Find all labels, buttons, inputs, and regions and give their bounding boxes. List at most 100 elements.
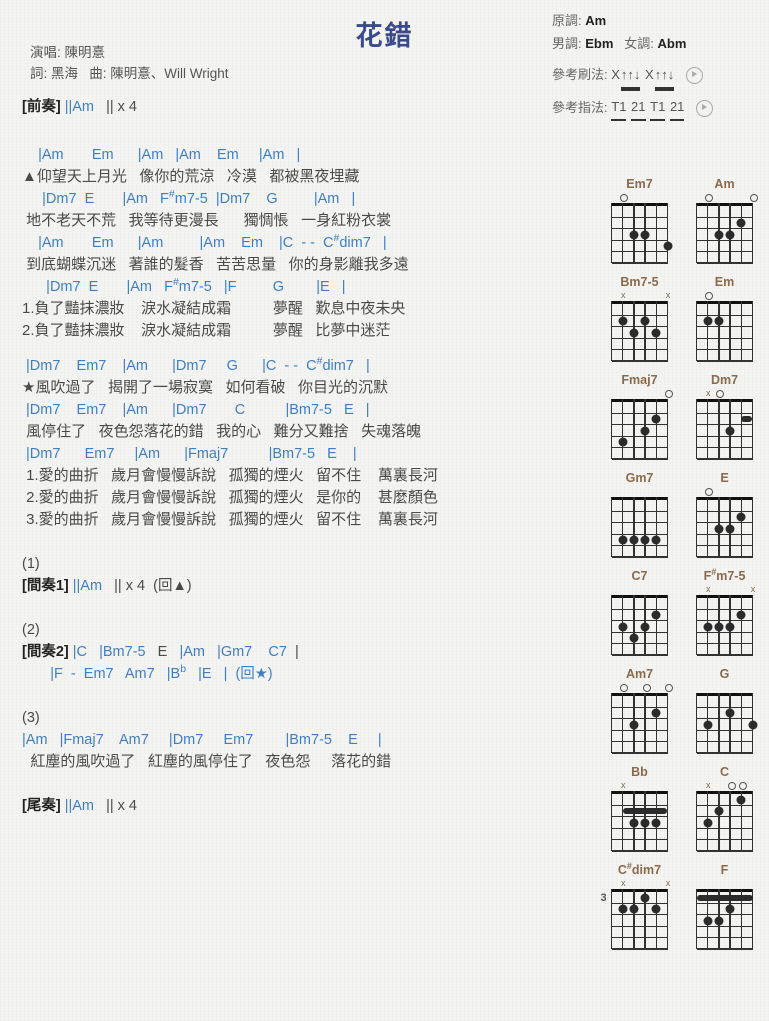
string-line <box>707 497 709 557</box>
finger-dot <box>714 806 724 816</box>
fret-line <box>696 706 753 709</box>
finger-dot <box>640 426 650 435</box>
nut <box>611 399 668 402</box>
string-line <box>740 693 742 753</box>
chord-diagram-c: Cx <box>691 764 758 852</box>
finger-dot <box>629 535 639 545</box>
finger-dot <box>629 230 639 239</box>
fret-line <box>696 522 753 524</box>
string-line <box>740 595 742 655</box>
string-line <box>633 497 635 557</box>
string-line <box>707 399 709 459</box>
chord-diagram-cdim7: C#dim7 x x 3 <box>601 860 673 950</box>
finger-dot <box>703 916 713 925</box>
fret-line <box>696 608 753 611</box>
finger-dot <box>703 720 713 729</box>
chord-diagram-g: G <box>691 666 758 754</box>
finger-dot <box>618 535 628 545</box>
finger-dot <box>618 437 628 447</box>
finger-dot <box>629 720 639 729</box>
nut <box>611 693 668 696</box>
fret-line <box>696 902 753 905</box>
string-line <box>751 301 754 361</box>
fret-line <box>696 446 753 449</box>
finger-dot <box>640 893 650 903</box>
chord-diagram-c7: C7 <box>606 568 673 656</box>
chord-diagram-row: Fmaj7 Dm7 x <box>606 372 758 460</box>
finger-dot <box>651 818 661 827</box>
string-line <box>718 301 720 361</box>
chord-diagram-row: C#dim7 x x 3 F <box>601 860 758 950</box>
fret-line <box>611 522 668 524</box>
string-line <box>666 497 669 557</box>
chord-diagram-name: Dm7 <box>710 373 739 387</box>
fret-line <box>611 850 668 852</box>
chord-diagram-name: C#dim7 <box>617 860 662 877</box>
chord-diagram-bb: Bb x <box>606 764 673 852</box>
fret-line <box>696 827 753 829</box>
strum-x1: X <box>611 67 620 83</box>
fretboard-grid <box>610 301 669 362</box>
fret-line <box>696 936 753 939</box>
chord-open-mute-markers <box>691 486 758 497</box>
original-key-row: 原調: Am <box>552 10 713 32</box>
chord-open-mute-markers <box>606 584 673 595</box>
fret-line <box>611 446 668 449</box>
lyric-line: ▲仰望天上月光 像你的荒涼 冷漠 都被黑夜埋藏 <box>22 168 360 185</box>
fret-line <box>696 510 753 513</box>
string-line <box>751 203 754 263</box>
chord-open-mute-markers: x <box>691 780 758 791</box>
fret-line <box>611 642 668 645</box>
chord-line: |F - Em7 Am7 |Bb |E | (回★) <box>22 664 273 682</box>
nut <box>611 497 668 500</box>
nut <box>611 889 668 892</box>
nut <box>696 693 753 696</box>
strum-pattern-row: 參考刷法: X↑↑↓ X↑↑↓ <box>552 64 713 87</box>
string-line <box>718 791 720 851</box>
finger-dot <box>736 512 746 522</box>
play-finger-icon[interactable] <box>696 100 714 118</box>
string-line <box>751 791 754 851</box>
muted-string-icon: x <box>705 584 711 594</box>
open-string-icon <box>642 684 651 692</box>
lyric-line: 紅塵的風吹過了 紅塵的風停住了 夜色怨 落花的錯 <box>22 753 392 770</box>
string-line <box>729 301 731 361</box>
muted-string-icon: x <box>620 290 626 300</box>
fretboard-grid <box>610 791 669 852</box>
barre-bar <box>696 894 753 901</box>
open-string-icon <box>738 782 747 790</box>
muted-string-icon: x <box>665 290 671 300</box>
fret-line <box>611 804 668 807</box>
finger-dot <box>618 622 628 631</box>
string-line <box>610 497 613 557</box>
fretboard-grid <box>695 791 754 852</box>
section-line: [尾奏] ||Am || x 4 <box>22 798 137 814</box>
credit-singer: 演唱: 陳明憙 <box>30 45 106 60</box>
fret-line <box>696 216 753 219</box>
nut <box>611 301 668 304</box>
female-key-label: 女調: <box>624 36 654 51</box>
play-strum-icon[interactable] <box>685 67 703 85</box>
string-line <box>622 497 624 557</box>
open-string-icon <box>727 782 736 790</box>
fret-line <box>611 740 668 743</box>
string-line <box>610 203 613 263</box>
nut <box>696 203 753 206</box>
finger-dot <box>725 904 735 914</box>
chord-diagram-am7: Am7 <box>606 666 673 754</box>
finger-dot <box>640 230 650 239</box>
fret-line <box>611 510 668 513</box>
string-line <box>622 203 624 263</box>
chord-diagram-name: Fmaj7 <box>621 373 658 387</box>
fret-line <box>696 412 753 415</box>
finger-21-a: 21 <box>631 96 646 122</box>
string-line <box>644 497 646 557</box>
chord-diagram-dm7: Dm7 x <box>691 372 758 460</box>
fret-line <box>696 752 753 754</box>
finger-dot <box>651 904 661 914</box>
string-line <box>695 203 698 263</box>
string-line <box>610 791 613 851</box>
